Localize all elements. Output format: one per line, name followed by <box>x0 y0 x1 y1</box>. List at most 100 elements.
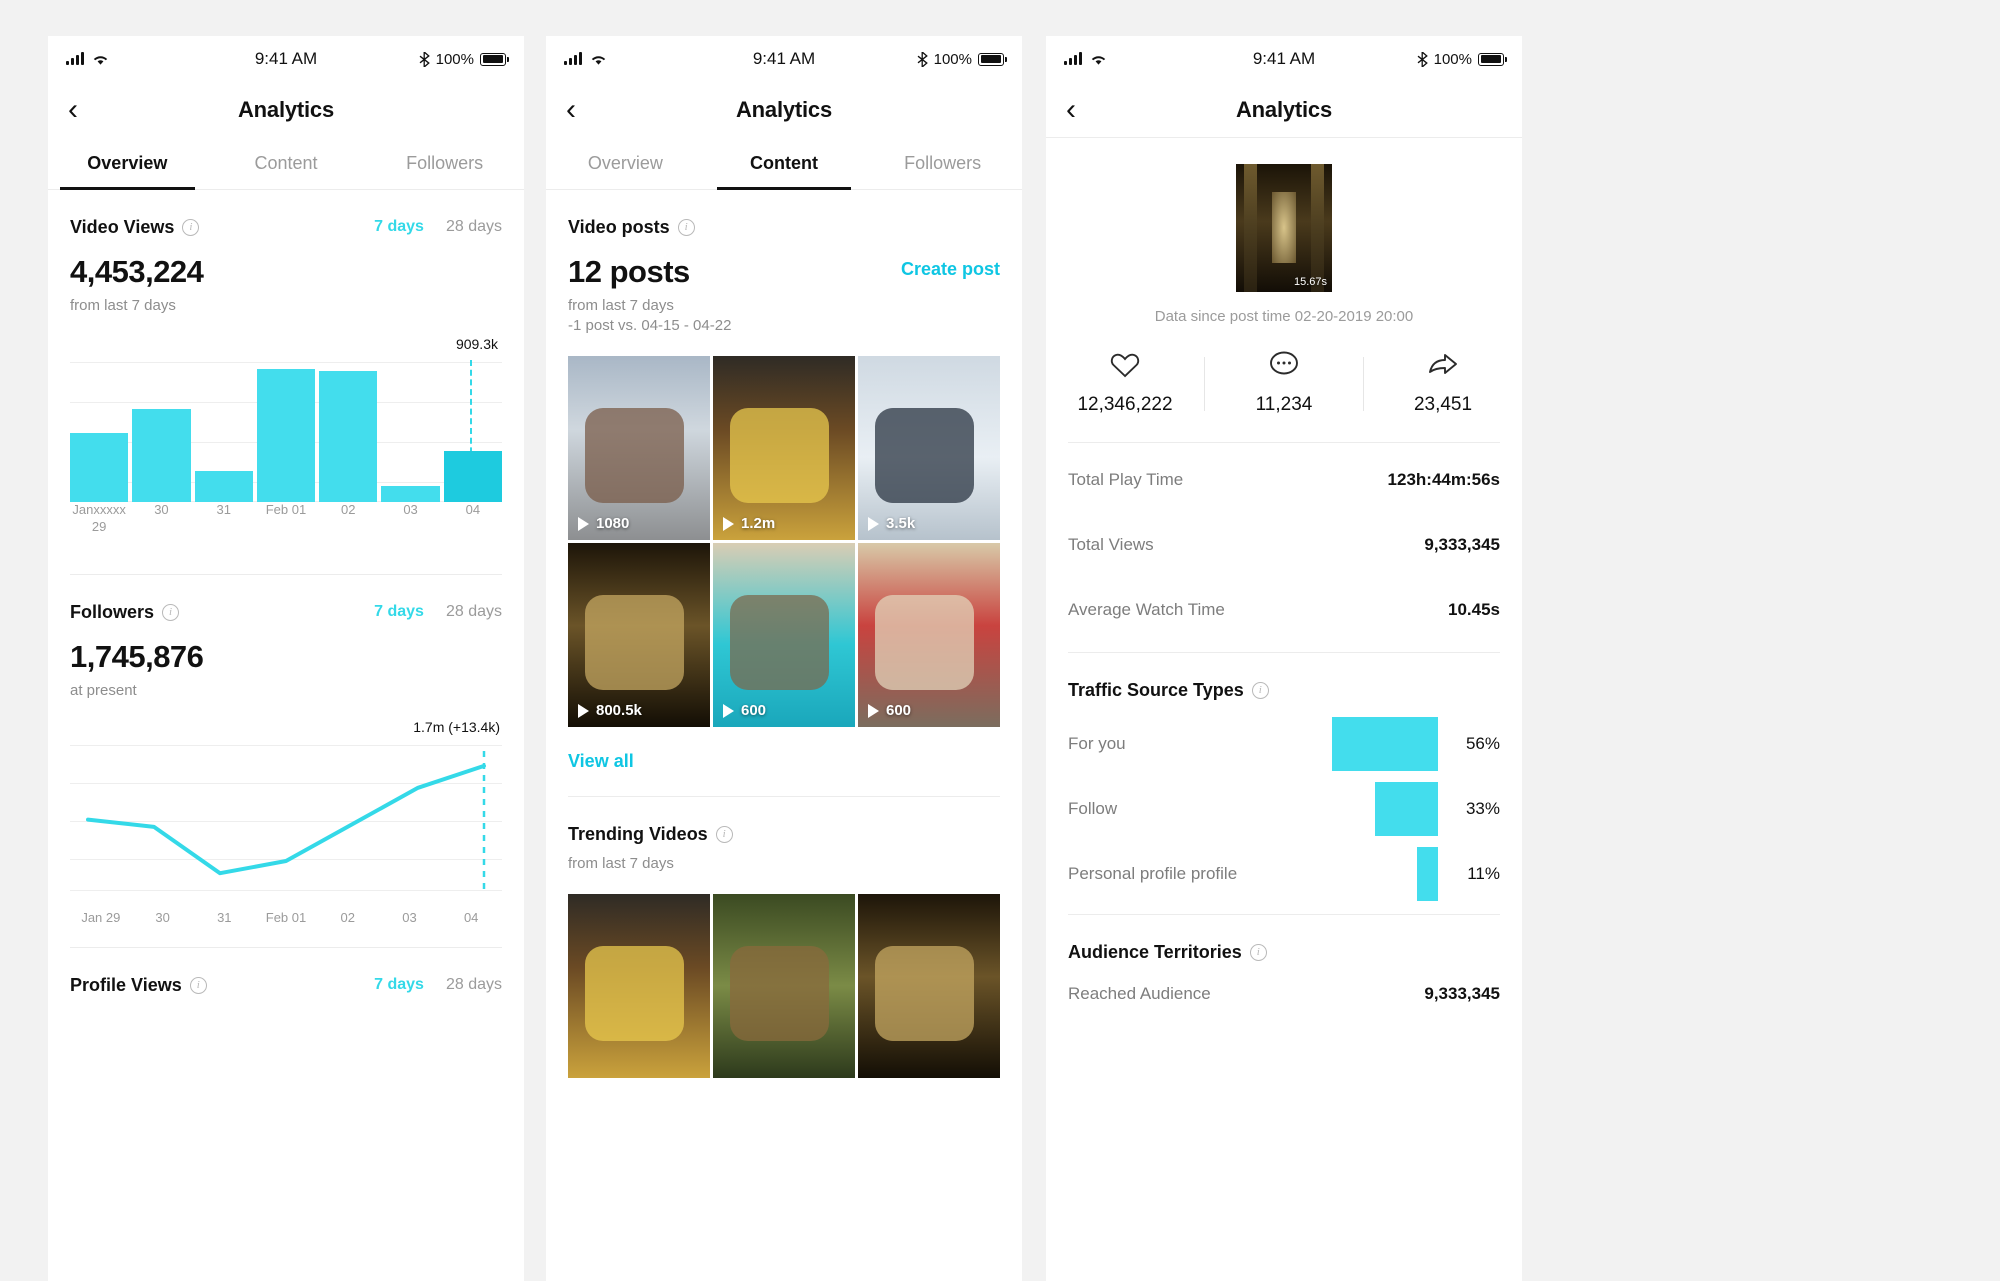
range-selector-views: 7 days 28 days <box>374 218 502 236</box>
traffic-bar-track <box>1248 716 1438 771</box>
trending-videos-card: Trending Videos i from last 7 days <box>546 797 1022 1078</box>
comments-stat: 11,234 <box>1205 351 1363 416</box>
bar-chart-tick-label: 30 <box>154 501 169 517</box>
phone-screen-overview: 9:41 AM 100% ‹ Analytics Overview Conten… <box>48 36 524 1281</box>
info-icon[interactable]: i <box>677 218 695 236</box>
traffic-source-label: Personal profile profile <box>1068 863 1238 883</box>
info-icon[interactable]: i <box>1251 681 1269 699</box>
info-icon[interactable]: i <box>715 825 733 843</box>
phone-screen-post-detail: 9:41 AM 100% ‹ Analytics 15.67s Data sin… <box>1046 36 1522 1281</box>
play-count-badge: 800.5k <box>578 702 642 719</box>
thumbnail-subject <box>730 407 830 504</box>
range-7-days[interactable]: 7 days <box>374 218 424 236</box>
bar-chart-bar <box>256 368 316 502</box>
line-chart-tick-label: Feb 01 <box>265 910 307 925</box>
bar-chart-bar <box>443 451 502 502</box>
range-28-days[interactable]: 28 days <box>446 976 502 994</box>
reached-audience-label: Reached Audience <box>1068 984 1211 1003</box>
profile-views-header: Profile Views i 7 days 28 days <box>70 964 502 1006</box>
shares-count: 23,451 <box>1413 394 1473 415</box>
info-icon[interactable]: i <box>162 603 180 621</box>
video-views-subtitle: from last 7 days <box>70 297 176 314</box>
play-count-badge: 600 <box>868 702 911 719</box>
video-views-card: Video Views i 7 days 28 days 4,453,224 f… <box>48 190 524 574</box>
video-posts-subtitle: from last 7 days <box>568 297 674 314</box>
video-post-cell[interactable]: 1.2m <box>713 356 855 540</box>
video-post-cell[interactable]: 800.5k <box>568 543 710 727</box>
range-selector-profile-views: 7 days 28 days <box>374 976 502 994</box>
video-post-grid: 1080 1.2m 3.5k 800.5k 600 600 <box>568 356 1000 727</box>
info-icon[interactable]: i <box>182 218 200 236</box>
video-post-cell[interactable]: 1080 <box>568 356 710 540</box>
line-chart-tick-label: 04 <box>463 910 479 925</box>
likes-stat: 12,346,222 <box>1046 351 1204 416</box>
video-post-cell[interactable] <box>858 894 1000 1078</box>
traffic-percent: 56% <box>1465 733 1500 753</box>
thumbnail-subject <box>730 594 830 691</box>
video-post-cell[interactable]: 3.5k <box>858 356 1000 540</box>
bar-chart-bar <box>319 371 378 502</box>
video-views-bar-chart: 909.3k Janxxxxx 29 30 31 Feb 01 02 03 04 <box>70 336 502 534</box>
stat-label: Total Views <box>1068 534 1154 554</box>
trending-video-grid <box>568 894 1000 1078</box>
bar-chart-bars <box>70 362 502 502</box>
video-post-cell[interactable] <box>713 894 855 1078</box>
traffic-source-label: Follow <box>1068 798 1118 818</box>
trending-videos-header: Trending Videos i <box>568 813 1000 855</box>
video-posts-comparison: -1 post vs. 04-15 - 04-22 <box>568 317 732 334</box>
video-post-cell[interactable]: 600 <box>713 543 855 727</box>
thumbnail-subject <box>585 407 685 504</box>
traffic-bar-track <box>1248 846 1438 901</box>
info-icon[interactable]: i <box>1249 943 1267 961</box>
thumbnail-subject <box>730 945 830 1042</box>
thumbnail-subject <box>585 594 685 691</box>
tab-bar-overview: Overview Content Followers <box>48 138 524 190</box>
play-count-value: 800.5k <box>596 702 642 719</box>
video-post-cell[interactable]: 600 <box>858 543 1000 727</box>
tab-followers[interactable]: Followers <box>365 138 524 189</box>
view-all-button[interactable]: View all <box>568 751 1000 772</box>
bar-chart-tick-label: 04 <box>465 501 481 517</box>
traffic-bar <box>1375 781 1438 836</box>
status-bar: 9:41 AM 100% <box>48 36 524 82</box>
video-post-cell[interactable] <box>568 894 710 1078</box>
tab-followers[interactable]: Followers <box>863 138 1022 189</box>
stat-row: Total Views 9,333,345 <box>1068 512 1500 577</box>
create-post-button[interactable]: Create post <box>901 259 1000 280</box>
bar-chart-bar <box>132 408 191 502</box>
line-chart-x-labels: Jan 29 30 31 Feb 01 02 03 04 <box>70 910 502 925</box>
battery-icon <box>978 52 1007 66</box>
info-icon[interactable]: i <box>189 976 207 994</box>
range-7-days[interactable]: 7 days <box>374 603 424 621</box>
line-chart-path <box>86 751 486 891</box>
line-chart-tick-label: 03 <box>402 910 417 925</box>
heart-icon <box>1046 351 1204 382</box>
share-icon <box>1364 351 1522 382</box>
video-posts-title: Video posts <box>568 216 670 237</box>
range-7-days[interactable]: 7 days <box>374 976 424 994</box>
traffic-source-card: Traffic Source Types i For you 56% Follow 3… <box>1046 653 1522 906</box>
status-bar: 9:41 AM 100% <box>546 36 1022 82</box>
tab-overview[interactable]: Overview <box>48 138 207 190</box>
bar-chart-tick-label: Feb 01 <box>265 501 307 517</box>
stat-label: Total Play Time <box>1068 469 1184 489</box>
post-thumbnail[interactable]: 15.67s <box>1236 164 1332 292</box>
traffic-source-row: Personal profile profile 11% <box>1068 841 1500 906</box>
range-28-days[interactable]: 28 days <box>446 603 502 621</box>
screenshot-stage: 9:41 AM 100% ‹ Analytics Overview Conten… <box>0 0 2000 1281</box>
tab-content[interactable]: Content <box>207 138 366 189</box>
trending-videos-subtitle: from last 7 days <box>568 855 674 872</box>
play-count-value: 1080 <box>596 515 630 532</box>
thumbnail-subject <box>875 594 975 691</box>
video-posts-count: 12 posts <box>568 254 690 289</box>
range-28-days[interactable]: 28 days <box>446 218 502 236</box>
stat-label: Average Watch Time <box>1068 599 1225 619</box>
status-time: 9:41 AM <box>1252 49 1316 68</box>
audience-territories-title: Audience Territories <box>1068 941 1242 962</box>
tab-content[interactable]: Content <box>705 138 864 190</box>
tab-overview[interactable]: Overview <box>546 138 705 189</box>
status-time: 9:41 AM <box>752 49 816 68</box>
traffic-bar <box>1417 846 1438 901</box>
tab-bar-content: Overview Content Followers <box>546 138 1022 190</box>
followers-line-chart: 1.7m (+13.4k) Jan 29 30 31 Feb 01 02 03 04 <box>70 719 502 925</box>
